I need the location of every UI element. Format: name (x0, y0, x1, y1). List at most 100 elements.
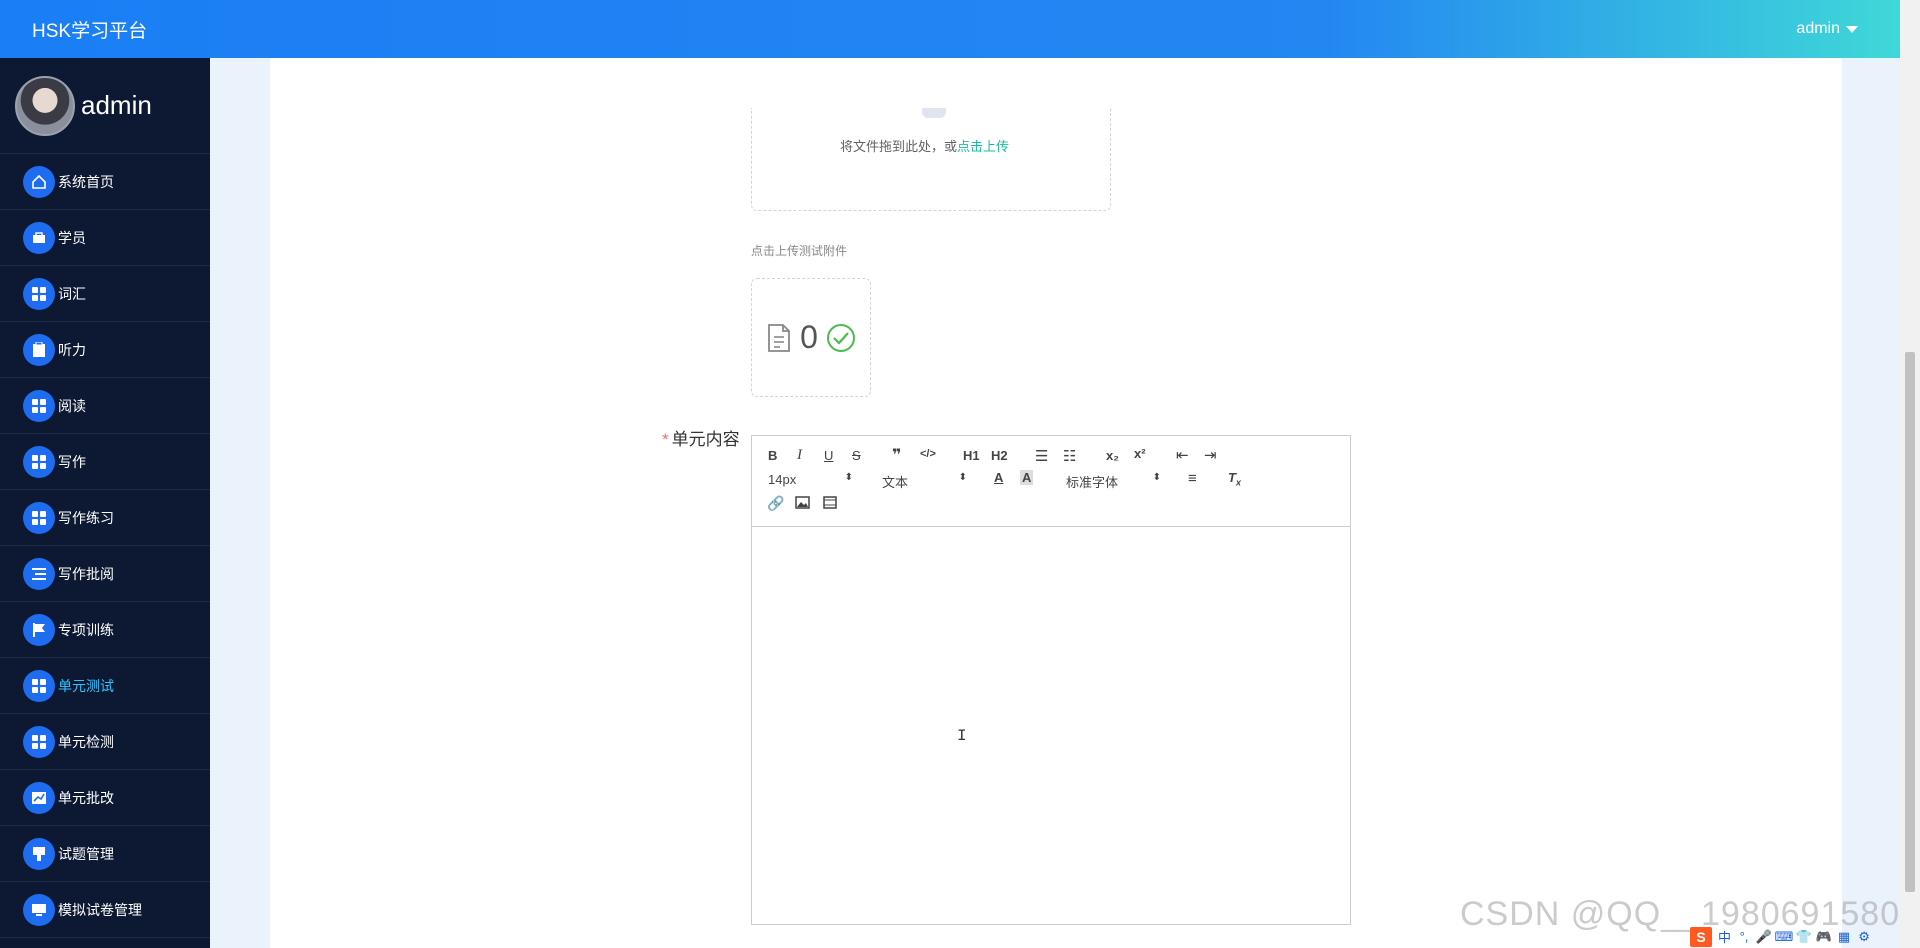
sidebar-item-label: 单元测试 (58, 677, 114, 694)
page-scrollbar[interactable] (1900, 0, 1920, 948)
image-icon[interactable] (795, 496, 810, 509)
settings-icon[interactable]: ⚙ (1857, 929, 1871, 944)
grid-icon (23, 669, 55, 702)
profile: admin (0, 58, 210, 154)
sidebar-item-4[interactable]: 听力 (0, 322, 210, 378)
rich-text-editor: B I U S ❞ </> H1 H2 ☰ ☷ x₂ x² ⇤ ⇥ 14px ⬍ … (751, 435, 1351, 925)
sidebar-item-5[interactable]: 阅读 (0, 378, 210, 434)
background-color-icon[interactable]: A (1020, 470, 1034, 485)
sidebar-item-label: 系统首页 (58, 173, 114, 190)
h2-button[interactable]: H2 (991, 448, 1008, 463)
top-header: HSK学习平台 admin (0, 0, 1900, 58)
shirt-icon[interactable]: 👕 (1796, 929, 1812, 944)
sidebar-item-2[interactable]: 学员 (0, 210, 210, 266)
sidebar-item-8[interactable]: 写作批阅 (0, 546, 210, 602)
monitor-icon (23, 893, 55, 926)
punctuation-icon[interactable]: °, (1737, 929, 1751, 944)
underline-button[interactable]: U (824, 448, 833, 463)
font-color-icon[interactable]: A (994, 470, 1003, 485)
sidebar-item-3[interactable]: 词汇 (0, 266, 210, 322)
microphone-icon[interactable]: 🎤 (1756, 929, 1772, 944)
scrollbar-thumb[interactable] (1905, 352, 1915, 892)
strike-button[interactable]: S (852, 448, 861, 463)
video-icon[interactable] (823, 496, 837, 509)
code-icon[interactable]: </> (920, 448, 936, 460)
grid-icon (23, 501, 55, 534)
clipboard-icon (23, 333, 55, 366)
app-title: HSK学习平台 (32, 20, 148, 42)
sidebar-item-label: 单元批改 (58, 789, 114, 806)
ordered-list-icon[interactable]: ☰ (1035, 447, 1048, 465)
check-circle-icon (826, 323, 855, 352)
upload-link[interactable]: 点击上传 (957, 139, 1009, 154)
user-menu[interactable]: admin (1796, 20, 1858, 38)
ime-toolbar: S 中 °, 🎤 ⌨ 👕 🎮 ▦ ⚙ (1690, 925, 1920, 948)
upload-hint: 点击上传测试附件 (751, 244, 848, 258)
home-icon (23, 165, 55, 198)
sidebar-item-12[interactable]: 单元批改 (0, 770, 210, 826)
upload-cloud-icon (922, 108, 946, 118)
upload-dropzone[interactable]: 将文件拖到此处，或点击上传 (751, 108, 1111, 211)
keyboard-icon[interactable]: ⌨ (1775, 929, 1794, 944)
clear-format-icon[interactable]: Tx (1228, 470, 1241, 488)
bullet-list-icon[interactable]: ☷ (1063, 447, 1076, 465)
ime-logo-icon[interactable]: S (1690, 926, 1712, 947)
sidebar-item-label: 专项训练 (58, 621, 114, 638)
font-family-select[interactable]: 标准字体 ⬍ (1066, 472, 1161, 491)
sidebar-item-label: 试题管理 (58, 845, 114, 862)
profile-name: admin (81, 90, 152, 120)
sidebar-item-label: 单元检测 (58, 733, 114, 750)
bold-button[interactable]: B (768, 448, 777, 463)
field-label-unit-content: * 单元内容 (662, 430, 740, 449)
italic-button[interactable]: I (797, 447, 802, 464)
sidebar-item-label: 学员 (58, 229, 86, 246)
gamepad-icon[interactable]: 🎮 (1816, 929, 1832, 944)
avatar (15, 75, 75, 136)
sidebar-item-11[interactable]: 单元检测 (0, 714, 210, 770)
sidebar-item-label: 听力 (58, 341, 86, 358)
sidebar-item-label: 词汇 (58, 285, 86, 302)
briefcase-icon (23, 221, 55, 254)
grid-icon (23, 277, 55, 310)
editor-toolbar: B I U S ❞ </> H1 H2 ☰ ☷ x₂ x² ⇤ ⇥ 14px ⬍ … (752, 436, 1350, 527)
superscript-button[interactable]: x² (1134, 446, 1146, 461)
sidebar-menu: 系统首页学员词汇听力阅读写作写作练习写作批阅专项训练单元测试单元检测单元批改试题… (0, 154, 210, 938)
sidebar-item-9[interactable]: 专项训练 (0, 602, 210, 658)
flag-icon (23, 613, 55, 646)
sidebar-item-label: 写作练习 (58, 509, 114, 526)
editor-content-area[interactable]: I (752, 527, 1350, 924)
grid-icon (23, 389, 55, 422)
sidebar-item-6[interactable]: 写作 (0, 434, 210, 490)
sidebar-item-10[interactable]: 单元测试 (0, 658, 210, 714)
file-icon (768, 323, 790, 352)
outdent-icon[interactable]: ⇤ (1176, 446, 1189, 464)
user-name: admin (1796, 20, 1840, 37)
sidebar-item-label: 模拟试卷管理 (58, 901, 142, 918)
font-size-select[interactable]: 14px ⬍ (768, 472, 853, 487)
blockquote-icon[interactable]: ❞ (892, 445, 901, 465)
sidebar-item-1[interactable]: 系统首页 (0, 154, 210, 210)
apps-icon[interactable]: ▦ (1837, 929, 1851, 944)
header-select[interactable]: 文本 ⬍ (882, 472, 967, 491)
sidebar-item-label: 阅读 (58, 397, 86, 414)
grid-icon (23, 445, 55, 478)
text-cursor-icon: I (957, 727, 967, 745)
sidebar: admin 系统首页学员词汇听力阅读写作写作练习写作批阅专项训练单元测试单元检测… (0, 58, 210, 948)
subscript-button[interactable]: x₂ (1106, 448, 1119, 463)
sidebar-item-13[interactable]: 试题管理 (0, 826, 210, 882)
chart-icon (23, 781, 55, 814)
link-icon[interactable]: 🔗 (767, 495, 784, 512)
sidebar-item-label: 写作 (58, 453, 86, 470)
upload-file-preview[interactable]: 0 (751, 278, 871, 397)
sidebar-item-14[interactable]: 模拟试卷管理 (0, 882, 210, 938)
indent-icon[interactable]: ⇥ (1204, 446, 1217, 464)
required-mark: * (662, 430, 669, 449)
ime-lang[interactable]: 中 (1718, 927, 1731, 946)
align-left-icon[interactable]: ≡ (1188, 470, 1197, 487)
sidebar-item-label: 写作批阅 (58, 565, 114, 582)
grid-icon (23, 725, 55, 758)
main-content: 将文件拖到此处，或点击上传 点击上传测试附件 0 * 单元内容 B I U S ❞… (270, 58, 1842, 948)
brush-icon (23, 837, 55, 870)
h1-button[interactable]: H1 (963, 448, 980, 463)
sidebar-item-7[interactable]: 写作练习 (0, 490, 210, 546)
